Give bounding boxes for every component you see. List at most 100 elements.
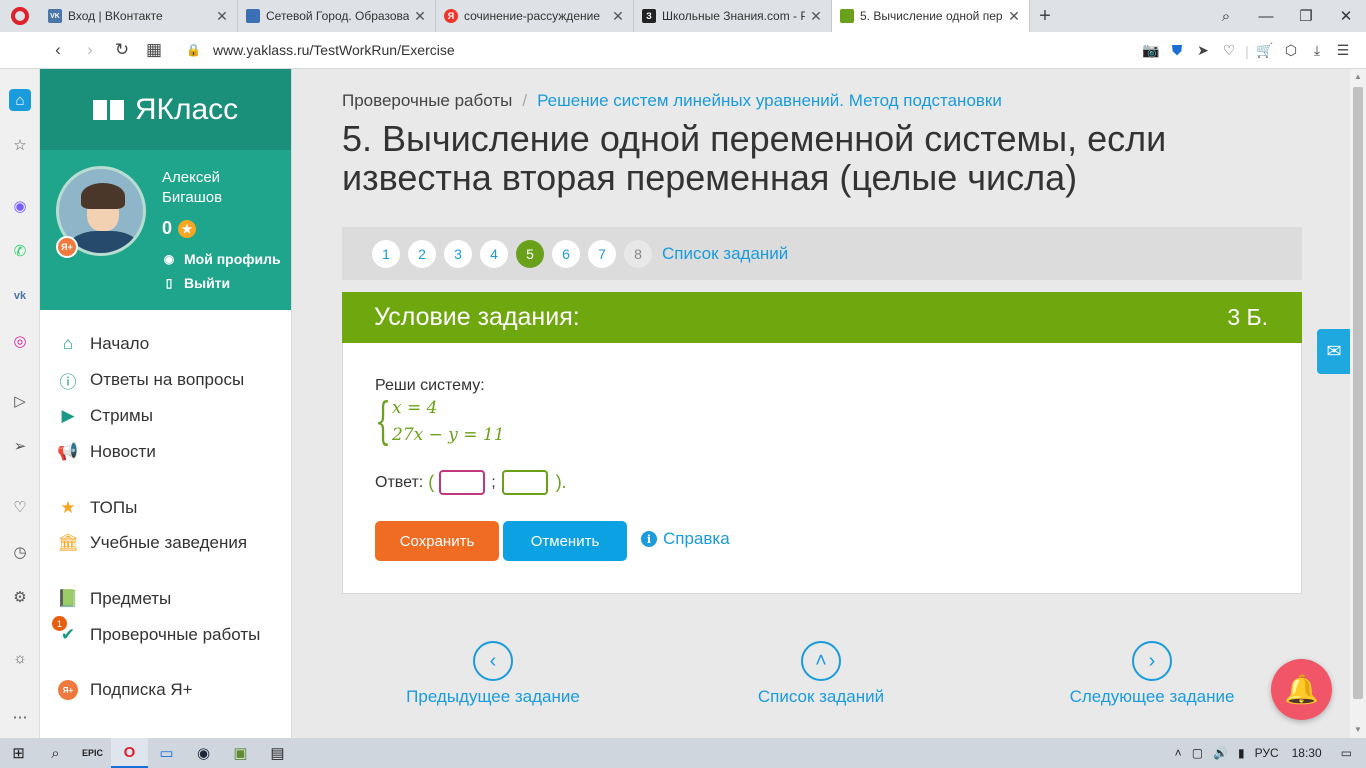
scroll-thumb[interactable] xyxy=(1353,87,1363,699)
send-icon[interactable]: ➤ xyxy=(1190,42,1216,59)
task-body: Реши систему: { x = 4 27x − y = 11 Ответ… xyxy=(342,343,1302,594)
tab-search-icon[interactable]: ⌕ xyxy=(1206,8,1246,25)
menu-item-news[interactable]: 📢 Новости xyxy=(56,439,155,465)
minimize-icon[interactable]: — xyxy=(1246,8,1286,25)
close-window-icon[interactable]: ✕ xyxy=(1326,7,1366,25)
network-icon[interactable]: ▮ xyxy=(1238,746,1245,760)
tray-chevron-up-icon[interactable]: ˄ xyxy=(1175,746,1182,760)
home-icon[interactable]: ⌂ xyxy=(9,89,31,111)
task-list-bottom-link[interactable]: ˄ Список заданий xyxy=(741,641,901,707)
speed-dial-grid-icon[interactable]: ▦ xyxy=(138,40,170,60)
vpn-shield-icon[interactable]: ⛊ xyxy=(1164,42,1190,59)
prev-task-link[interactable]: ‹ Предыдущее задание xyxy=(403,641,583,707)
keyboard-language[interactable]: РУС xyxy=(1255,746,1279,760)
step-5-current[interactable]: 5 xyxy=(516,239,544,268)
step-2[interactable]: 2 xyxy=(408,239,436,268)
windows-taskbar: ⊞ ⌕ EPIC O ▭ ◉ ▣ ▤ ˄ ▢ 🔊 ▮ РУС 18:30 ▭ xyxy=(0,738,1366,768)
breadcrumb-root[interactable]: Проверочные работы xyxy=(342,91,512,110)
megaphone-icon: 📢 xyxy=(57,442,79,461)
forward-arrow-icon[interactable]: › xyxy=(74,40,106,60)
scroll-down-icon[interactable]: ▼ xyxy=(1350,722,1366,738)
tips-bulb-icon[interactable]: ☼ xyxy=(9,647,31,669)
my-profile-link[interactable]: ◉ Мой профиль xyxy=(162,251,281,267)
notifications-icon[interactable]: ▭ xyxy=(1341,746,1352,760)
settings-gear-icon[interactable]: ⚙ xyxy=(9,586,31,608)
minecraft-icon[interactable]: ▣ xyxy=(222,738,259,768)
easy-setup-icon[interactable]: ☰ xyxy=(1330,42,1356,59)
more-dots-icon[interactable]: ⋯ xyxy=(9,706,31,728)
help-link[interactable]: i Справка xyxy=(641,529,730,549)
step-6[interactable]: 6 xyxy=(552,239,580,268)
menu-item-tops[interactable]: ★ ТОПы xyxy=(56,495,137,521)
download-icon[interactable]: ⤓ xyxy=(1304,42,1330,59)
task-list-link[interactable]: Список заданий xyxy=(662,244,788,264)
volume-icon[interactable]: 🔊 xyxy=(1213,746,1228,760)
menu-item-subjects[interactable]: 📗 Предметы xyxy=(56,586,171,612)
yaklass-logo[interactable]: ЯКласс xyxy=(40,69,291,150)
whatsapp-icon[interactable]: ✆ xyxy=(9,240,31,262)
menu-item-answers[interactable]: ⓘ Ответы на вопросы xyxy=(56,367,245,393)
answer-x-input[interactable] xyxy=(439,470,486,495)
save-button[interactable]: Сохранить xyxy=(375,521,499,561)
reload-icon[interactable]: ↻ xyxy=(106,40,138,60)
next-task-link[interactable]: › Следующее задание xyxy=(1067,641,1237,707)
feedback-mail-icon[interactable]: ✉ xyxy=(1317,329,1351,374)
clock-time[interactable]: 18:30 xyxy=(1292,746,1322,760)
url-field[interactable]: 🔒 www.yaklass.ru/TestWorkRun/Exercise xyxy=(186,42,455,58)
heart-icon[interactable]: ♡ xyxy=(1216,42,1242,59)
logout-link[interactable]: ▯ Выйти xyxy=(162,275,230,291)
my-profile-label: Мой профиль xyxy=(184,251,281,267)
step-7[interactable]: 7 xyxy=(588,239,616,268)
epic-games-icon[interactable]: EPIC xyxy=(74,738,111,768)
tab-close-icon[interactable]: ✕ xyxy=(413,8,427,25)
page-scrollbar[interactable]: ▲ ▼ xyxy=(1350,69,1366,738)
step-1[interactable]: 1 xyxy=(372,239,400,268)
browser-tab[interactable]: Сетевой Город. Образова ✕ xyxy=(238,0,436,32)
messenger-icon[interactable]: ◉ xyxy=(9,195,31,217)
menu-item-subscription[interactable]: Я+ Подписка Я+ xyxy=(56,677,193,703)
search-icon[interactable]: ⌕ xyxy=(37,738,74,768)
opera-menu-icon[interactable] xyxy=(0,0,40,32)
window-controls: ⌕ — ❐ ✕ xyxy=(1206,0,1366,32)
browser-tab[interactable]: Я сочинение-рассуждение ✕ xyxy=(436,0,634,32)
steam-icon[interactable]: ◉ xyxy=(185,738,222,768)
menu-item-home[interactable]: ⌂ Начало xyxy=(56,331,149,357)
tray-app-icon[interactable]: ▢ xyxy=(1192,746,1203,760)
flow-send-icon[interactable]: ➢ xyxy=(9,435,31,457)
browser-tab[interactable]: VK Вход | ВКонтакте ✕ xyxy=(40,0,238,32)
tab-close-icon[interactable]: ✕ xyxy=(809,8,823,25)
vk-icon[interactable]: vk xyxy=(9,285,31,307)
step-3[interactable]: 3 xyxy=(444,239,472,268)
display-app-icon[interactable]: ▭ xyxy=(148,738,185,768)
menu-item-tests[interactable]: ✔ 1 Проверочные работы xyxy=(52,616,260,648)
answer-y-input[interactable] xyxy=(501,470,548,495)
new-tab-plus-icon[interactable]: + xyxy=(1030,5,1060,28)
breadcrumb-current-link[interactable]: Решение систем линейных уравнений. Метод… xyxy=(537,91,1002,110)
history-clock-icon[interactable]: ◷ xyxy=(9,541,31,563)
scroll-up-icon[interactable]: ▲ xyxy=(1350,69,1366,85)
camera-icon[interactable]: 📷 xyxy=(1138,42,1164,59)
user-score: 0 ★ xyxy=(162,218,197,239)
calculator-icon[interactable]: ▤ xyxy=(259,738,296,768)
browser-tab[interactable]: З Школьные Знания.com - Р ✕ xyxy=(634,0,832,32)
cancel-button[interactable]: Отменить xyxy=(503,521,627,561)
browser-tab-active[interactable]: 5. Вычисление одной пер ✕ xyxy=(832,0,1030,32)
cube-icon[interactable]: ⬡ xyxy=(1278,42,1304,59)
tab-close-icon[interactable]: ✕ xyxy=(1007,8,1021,25)
opera-taskbar-icon[interactable]: O xyxy=(111,738,148,768)
menu-item-streams[interactable]: ▶ Стримы xyxy=(56,403,152,429)
cart-icon[interactable]: 🛒 xyxy=(1252,42,1278,59)
instagram-icon[interactable]: ◎ xyxy=(9,330,31,352)
favorites-heart-icon[interactable]: ♡ xyxy=(9,496,31,518)
restore-icon[interactable]: ❐ xyxy=(1286,7,1326,25)
step-4[interactable]: 4 xyxy=(480,239,508,268)
player-icon[interactable]: ▷ xyxy=(9,390,31,412)
tab-close-icon[interactable]: ✕ xyxy=(215,8,229,25)
tab-close-icon[interactable]: ✕ xyxy=(611,8,625,25)
step-8[interactable]: 8 xyxy=(624,239,652,268)
bookmarks-star-icon[interactable]: ☆ xyxy=(9,134,31,156)
windows-start-icon[interactable]: ⊞ xyxy=(0,738,37,768)
menu-item-schools[interactable]: 🏛 Учебные заведения xyxy=(56,530,247,556)
notification-bell-icon[interactable]: 🔔 xyxy=(1271,659,1332,720)
back-arrow-icon[interactable]: ‹ xyxy=(42,40,74,60)
